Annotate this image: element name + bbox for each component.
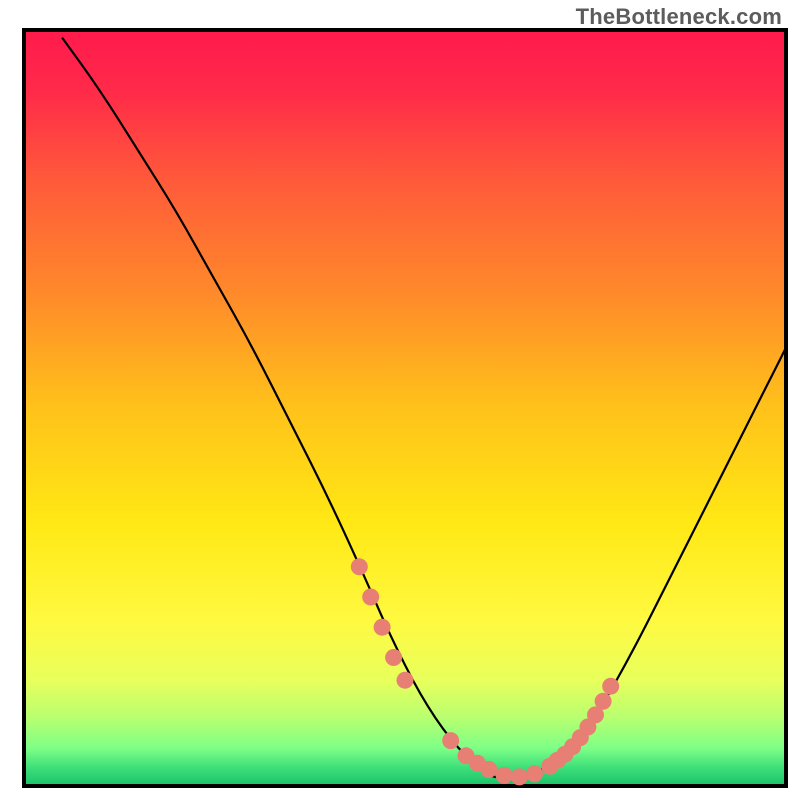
- curve-marker: [526, 765, 543, 782]
- curve-marker: [362, 589, 379, 606]
- curve-marker: [496, 767, 513, 784]
- curve-marker: [442, 732, 459, 749]
- watermark: TheBottleneck.com: [576, 4, 782, 30]
- chart-container: TheBottleneck.com: [0, 0, 800, 800]
- curve-marker: [397, 672, 414, 689]
- curve-marker: [511, 768, 528, 785]
- curve-marker: [351, 558, 368, 575]
- curve-marker: [385, 649, 402, 666]
- curve-marker: [595, 693, 612, 710]
- curve-marker: [374, 619, 391, 636]
- curve-marker: [602, 678, 619, 695]
- bottleneck-chart: [0, 0, 800, 800]
- curve-marker: [480, 761, 497, 778]
